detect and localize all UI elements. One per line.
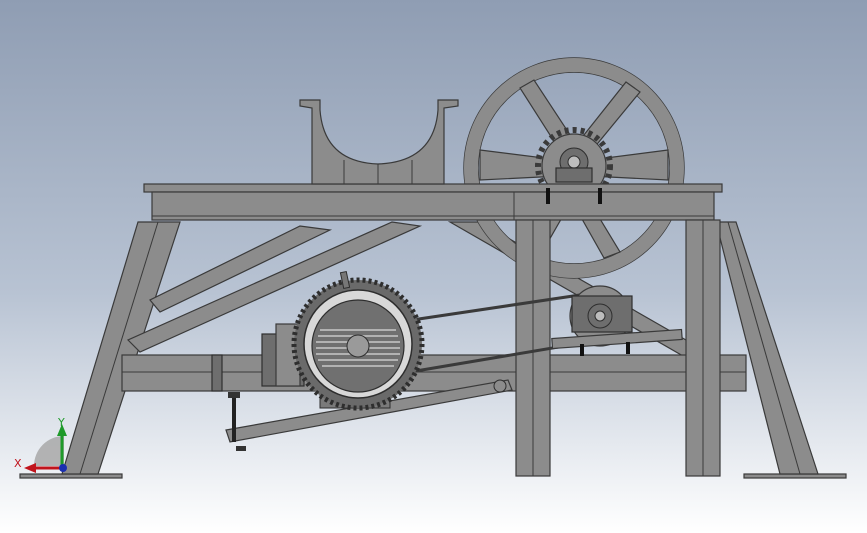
ground-plates xyxy=(19,473,847,479)
x-axis-arrowhead xyxy=(24,463,36,473)
saddle-mount xyxy=(299,99,459,185)
left-frame-leg xyxy=(61,221,181,475)
crusher-frame-assembly: Y X xyxy=(14,57,847,479)
y-axis-label: Y xyxy=(57,416,65,429)
coordinate-triad: Y X xyxy=(14,416,67,473)
x-axis-label: X xyxy=(14,457,22,470)
right-frame-leg xyxy=(715,221,819,475)
top-deck-beam xyxy=(143,183,723,221)
flywheel xyxy=(463,57,685,279)
cad-viewport[interactable]: Y X xyxy=(0,0,867,533)
z-axis-dot xyxy=(59,464,67,472)
lower-beam xyxy=(121,354,747,392)
